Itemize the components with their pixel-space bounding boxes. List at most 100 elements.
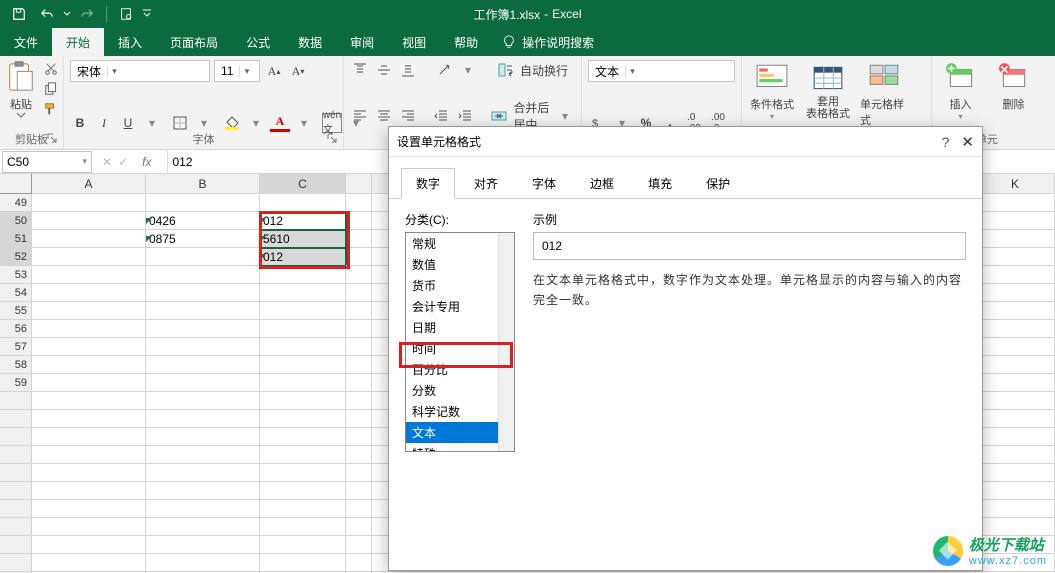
- cell[interactable]: [346, 464, 372, 482]
- column-header[interactable]: B: [146, 174, 260, 194]
- dialog-tab[interactable]: 保护: [691, 168, 745, 199]
- cell[interactable]: [260, 392, 346, 410]
- cell[interactable]: [976, 194, 1055, 212]
- cell[interactable]: [346, 482, 372, 500]
- cell[interactable]: [346, 284, 372, 302]
- select-all-corner[interactable]: [0, 174, 32, 194]
- cell[interactable]: [346, 446, 372, 464]
- cell[interactable]: 5610: [260, 230, 346, 248]
- cell[interactable]: [32, 374, 146, 392]
- cell[interactable]: [32, 338, 146, 356]
- cell[interactable]: [976, 230, 1055, 248]
- enter-formula-button[interactable]: ✓: [118, 155, 128, 169]
- row-header[interactable]: [0, 464, 32, 482]
- row-header[interactable]: [0, 536, 32, 554]
- tab-help[interactable]: 帮助: [440, 28, 492, 56]
- cell[interactable]: [346, 356, 372, 374]
- row-header[interactable]: 57: [0, 338, 32, 356]
- cell[interactable]: [146, 500, 260, 518]
- cell[interactable]: [346, 248, 372, 266]
- cell[interactable]: [32, 230, 146, 248]
- format-painter-button[interactable]: [40, 100, 62, 118]
- tab-formulas[interactable]: 公式: [232, 28, 284, 56]
- dialog-tab[interactable]: 边框: [575, 168, 629, 199]
- cell[interactable]: [146, 392, 260, 410]
- cell[interactable]: [346, 302, 372, 320]
- underline-button[interactable]: U: [118, 113, 138, 133]
- cut-button[interactable]: [40, 60, 62, 78]
- cell[interactable]: [32, 446, 146, 464]
- row-header[interactable]: [0, 446, 32, 464]
- row-header[interactable]: 59: [0, 374, 32, 392]
- cell[interactable]: [346, 230, 372, 248]
- cell[interactable]: [976, 374, 1055, 392]
- cell[interactable]: [32, 320, 146, 338]
- cell[interactable]: [346, 392, 372, 410]
- orientation-dropdown[interactable]: ▾: [458, 60, 478, 80]
- row-header[interactable]: 50: [0, 212, 32, 230]
- name-box-input[interactable]: [7, 155, 67, 169]
- cell[interactable]: [32, 284, 146, 302]
- cell[interactable]: [260, 428, 346, 446]
- cell[interactable]: [146, 302, 260, 320]
- cell[interactable]: [260, 500, 346, 518]
- merge-dropdown[interactable]: ▾: [555, 106, 575, 126]
- name-box[interactable]: ▾: [2, 151, 92, 173]
- cell[interactable]: [346, 518, 372, 536]
- cell[interactable]: [260, 284, 346, 302]
- align-left-button[interactable]: [350, 106, 370, 126]
- cell[interactable]: [32, 554, 146, 572]
- cell[interactable]: [346, 410, 372, 428]
- underline-dropdown[interactable]: ▾: [142, 113, 162, 133]
- cell[interactable]: [32, 536, 146, 554]
- column-header[interactable]: A: [32, 174, 146, 194]
- cell[interactable]: [146, 464, 260, 482]
- cell[interactable]: [146, 266, 260, 284]
- cell[interactable]: [32, 248, 146, 266]
- cell[interactable]: 012: [260, 248, 346, 266]
- row-header[interactable]: 54: [0, 284, 32, 302]
- cell[interactable]: 012: [260, 212, 346, 230]
- cell[interactable]: [260, 356, 346, 374]
- cell[interactable]: [146, 338, 260, 356]
- cell[interactable]: [32, 518, 146, 536]
- tab-home[interactable]: 开始: [52, 28, 104, 56]
- print-preview-button[interactable]: [113, 2, 139, 26]
- orientation-button[interactable]: [434, 60, 454, 80]
- row-header[interactable]: [0, 392, 32, 410]
- cell[interactable]: [260, 410, 346, 428]
- paste-button[interactable]: 粘贴: [6, 60, 36, 118]
- cell[interactable]: [146, 374, 260, 392]
- cell[interactable]: [32, 410, 146, 428]
- align-right-button[interactable]: [398, 106, 418, 126]
- cell[interactable]: [976, 338, 1055, 356]
- cell[interactable]: [260, 536, 346, 554]
- dialog-help-button[interactable]: ?: [942, 134, 950, 150]
- decrease-indent-button[interactable]: [431, 106, 451, 126]
- tab-insert[interactable]: 插入: [104, 28, 156, 56]
- cell[interactable]: [146, 446, 260, 464]
- cell[interactable]: [346, 338, 372, 356]
- font-color-button[interactable]: A: [270, 114, 290, 132]
- column-header[interactable]: C: [260, 174, 346, 194]
- cell[interactable]: [346, 536, 372, 554]
- cell[interactable]: [32, 464, 146, 482]
- fill-color-button[interactable]: [222, 113, 242, 133]
- cell[interactable]: [346, 554, 372, 572]
- cell[interactable]: [346, 500, 372, 518]
- font-name-dropdown[interactable]: 宋体▾: [70, 60, 210, 82]
- cell[interactable]: [976, 248, 1055, 266]
- font-launcher[interactable]: [325, 131, 339, 145]
- cell[interactable]: [32, 194, 146, 212]
- row-header[interactable]: 51: [0, 230, 32, 248]
- cell[interactable]: [32, 482, 146, 500]
- wrap-text-button[interactable]: [496, 60, 516, 80]
- cell[interactable]: [976, 392, 1055, 410]
- row-header[interactable]: [0, 518, 32, 536]
- row-header[interactable]: 55: [0, 302, 32, 320]
- cell[interactable]: [976, 284, 1055, 302]
- row-header[interactable]: 52: [0, 248, 32, 266]
- chevron-down-icon[interactable]: ▾: [82, 156, 87, 167]
- increase-font-button[interactable]: A▴: [264, 61, 284, 81]
- italic-button[interactable]: I: [94, 113, 114, 133]
